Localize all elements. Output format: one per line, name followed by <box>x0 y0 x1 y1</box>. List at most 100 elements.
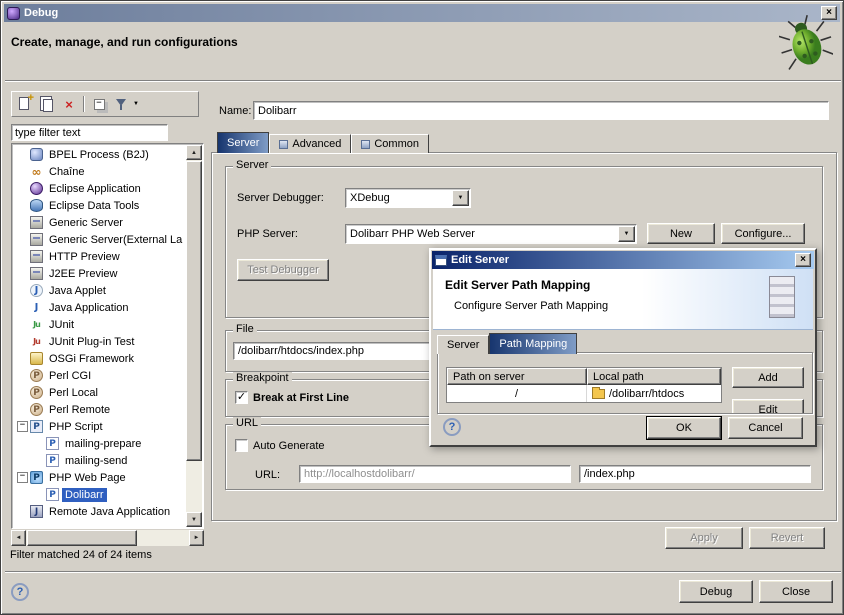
tree-item-php-script[interactable]: PHP Script <box>13 418 186 435</box>
junit-icon <box>30 318 43 331</box>
bpel-process-icon <box>30 148 43 161</box>
tree-item-bpel-process-b2j[interactable]: BPEL Process (B2J) <box>13 146 186 163</box>
test-debugger-button[interactable]: Test Debugger <box>237 259 329 281</box>
title-bar[interactable]: Debug <box>4 4 840 22</box>
path-mapping-table: Path on server Local path / /dolibarr/ht… <box>446 367 722 403</box>
add-mapping-button[interactable]: Add <box>732 367 804 388</box>
tree-item-remote-java-application[interactable]: Remote Java Application <box>13 503 186 520</box>
auto-generate-checkbox[interactable] <box>235 439 248 452</box>
server-group-label: Server <box>233 159 271 171</box>
tree-item-label: PHP Web Page <box>46 471 129 485</box>
tree-horizontal-scrollbar[interactable]: ◄ ► <box>11 530 204 546</box>
modal-title-bar[interactable]: Edit Server <box>432 251 814 269</box>
tree-item-eclipse-application[interactable]: Eclipse Application <box>13 180 186 197</box>
break-at-first-line-checkbox[interactable] <box>235 391 248 404</box>
cancel-button[interactable]: Cancel <box>728 417 803 439</box>
junit-plugin-icon <box>30 335 43 348</box>
window-icon <box>7 7 20 20</box>
edit-server-tabs: Server Path Mapping <box>437 333 577 354</box>
tree-item-junit[interactable]: JUnit <box>13 316 186 333</box>
tab-path-mapping[interactable]: Path Mapping <box>489 333 577 354</box>
tab-advanced[interactable]: Advanced <box>269 134 351 153</box>
tree-item-perl-cgi[interactable]: Perl CGI <box>13 367 186 384</box>
collapse-expander-icon[interactable] <box>17 471 30 484</box>
auto-generate-label: Auto Generate <box>253 440 325 452</box>
configure-button[interactable]: Configure... <box>721 223 805 244</box>
php-server-value: Dolibarr PHP Web Server <box>346 228 617 240</box>
duplicate-configuration-icon[interactable] <box>39 96 55 112</box>
tree-item-dolibarr[interactable]: Dolibarr <box>13 486 186 503</box>
tree-item-label: Generic Server(External La <box>46 233 185 247</box>
tree-item-label: Perl Local <box>46 386 101 400</box>
chevron-down-icon[interactable] <box>452 190 469 206</box>
url-path-field[interactable]: /index.php <box>579 465 811 483</box>
new-server-button[interactable]: New <box>647 223 715 244</box>
name-field[interactable]: Dolibarr <box>253 101 829 120</box>
expander-spacer <box>33 488 46 501</box>
php-server-combo[interactable]: Dolibarr PHP Web Server <box>345 224 637 244</box>
collapse-expander-icon[interactable] <box>17 420 30 433</box>
scroll-up-icon[interactable]: ▲ <box>186 145 202 160</box>
php-server-label: PHP Server: <box>237 228 298 240</box>
new-configuration-icon[interactable] <box>17 96 33 112</box>
expander-spacer <box>17 267 30 280</box>
close-dialog-icon[interactable] <box>795 253 811 267</box>
close-button[interactable]: Close <box>759 580 833 603</box>
column-header-path-on-server[interactable]: Path on server <box>447 368 587 385</box>
tree-item-label: OSGi Framework <box>46 352 137 366</box>
server-debugger-combo[interactable]: XDebug <box>345 188 471 208</box>
filter-status: Filter matched 24 of 24 items <box>10 549 152 561</box>
apply-button[interactable]: Apply <box>665 527 743 549</box>
url-label: URL: <box>255 469 280 481</box>
help-icon[interactable] <box>11 583 29 601</box>
expander-spacer <box>17 301 30 314</box>
scroll-right-icon[interactable]: ► <box>189 530 204 546</box>
tree-item-http-preview[interactable]: HTTP Preview <box>13 248 186 265</box>
tree-item-label: JUnit <box>46 318 77 332</box>
debug-button[interactable]: Debug <box>679 580 753 603</box>
chain-icon <box>30 165 43 178</box>
scroll-left-icon[interactable]: ◄ <box>11 530 26 546</box>
chevron-down-icon[interactable] <box>618 226 635 242</box>
revert-button[interactable]: Revert <box>749 527 825 549</box>
database-icon <box>30 199 43 212</box>
tree-item-generic-server-external-la[interactable]: Generic Server(External La <box>13 231 186 248</box>
tree-item-junit-plug-in-test[interactable]: JUnit Plug-in Test <box>13 333 186 350</box>
tab-common[interactable]: Common <box>351 134 429 153</box>
scroll-down-icon[interactable]: ▼ <box>186 512 202 527</box>
tree-item-generic-server[interactable]: Generic Server <box>13 214 186 231</box>
filter-input[interactable] <box>11 124 168 141</box>
tree-item-osgi-framework[interactable]: OSGi Framework <box>13 350 186 367</box>
tree-item-java-application[interactable]: Java Application <box>13 299 186 316</box>
filter-icon[interactable] <box>113 96 129 112</box>
tab-label: Advanced <box>292 138 341 150</box>
ok-button[interactable]: OK <box>647 417 721 439</box>
tree-item-cha-ne[interactable]: Chaîne <box>13 163 186 180</box>
tree-item-label: Java Application <box>46 301 132 315</box>
edit-mapping-button[interactable]: Edit <box>732 399 804 414</box>
tree-item-perl-local[interactable]: Perl Local <box>13 384 186 401</box>
column-header-local-path[interactable]: Local path <box>587 368 721 385</box>
perl-icon <box>30 403 43 416</box>
filter-dropdown-caret-icon[interactable] <box>133 101 139 107</box>
modal-help-icon[interactable] <box>443 418 461 436</box>
tree-item-mailing-send[interactable]: mailing-send <box>13 452 186 469</box>
vertical-scroll-thumb[interactable] <box>186 161 202 461</box>
table-row[interactable]: / /dolibarr/htdocs <box>447 385 721 402</box>
file-group-label: File <box>233 323 257 335</box>
tree-item-php-web-page[interactable]: PHP Web Page <box>13 469 186 486</box>
footer-divider <box>5 571 841 573</box>
delete-configuration-icon[interactable] <box>61 96 77 112</box>
url-base-field[interactable]: http://localhostdolibarr/ <box>299 465 571 483</box>
tree-item-mailing-prepare[interactable]: mailing-prepare <box>13 435 186 452</box>
tree-vertical-scrollbar[interactable]: ▲ ▼ <box>186 145 202 527</box>
tab-server-settings[interactable]: Server <box>437 335 489 354</box>
perl-icon <box>30 369 43 382</box>
tree-item-eclipse-data-tools[interactable]: Eclipse Data Tools <box>13 197 186 214</box>
tab-server[interactable]: Server <box>217 132 269 153</box>
horizontal-scroll-thumb[interactable] <box>27 530 137 546</box>
tree-item-java-applet[interactable]: Java Applet <box>13 282 186 299</box>
tree-item-perl-remote[interactable]: Perl Remote <box>13 401 186 418</box>
collapse-all-icon[interactable] <box>91 96 107 112</box>
tree-item-j2ee-preview[interactable]: J2EE Preview <box>13 265 186 282</box>
